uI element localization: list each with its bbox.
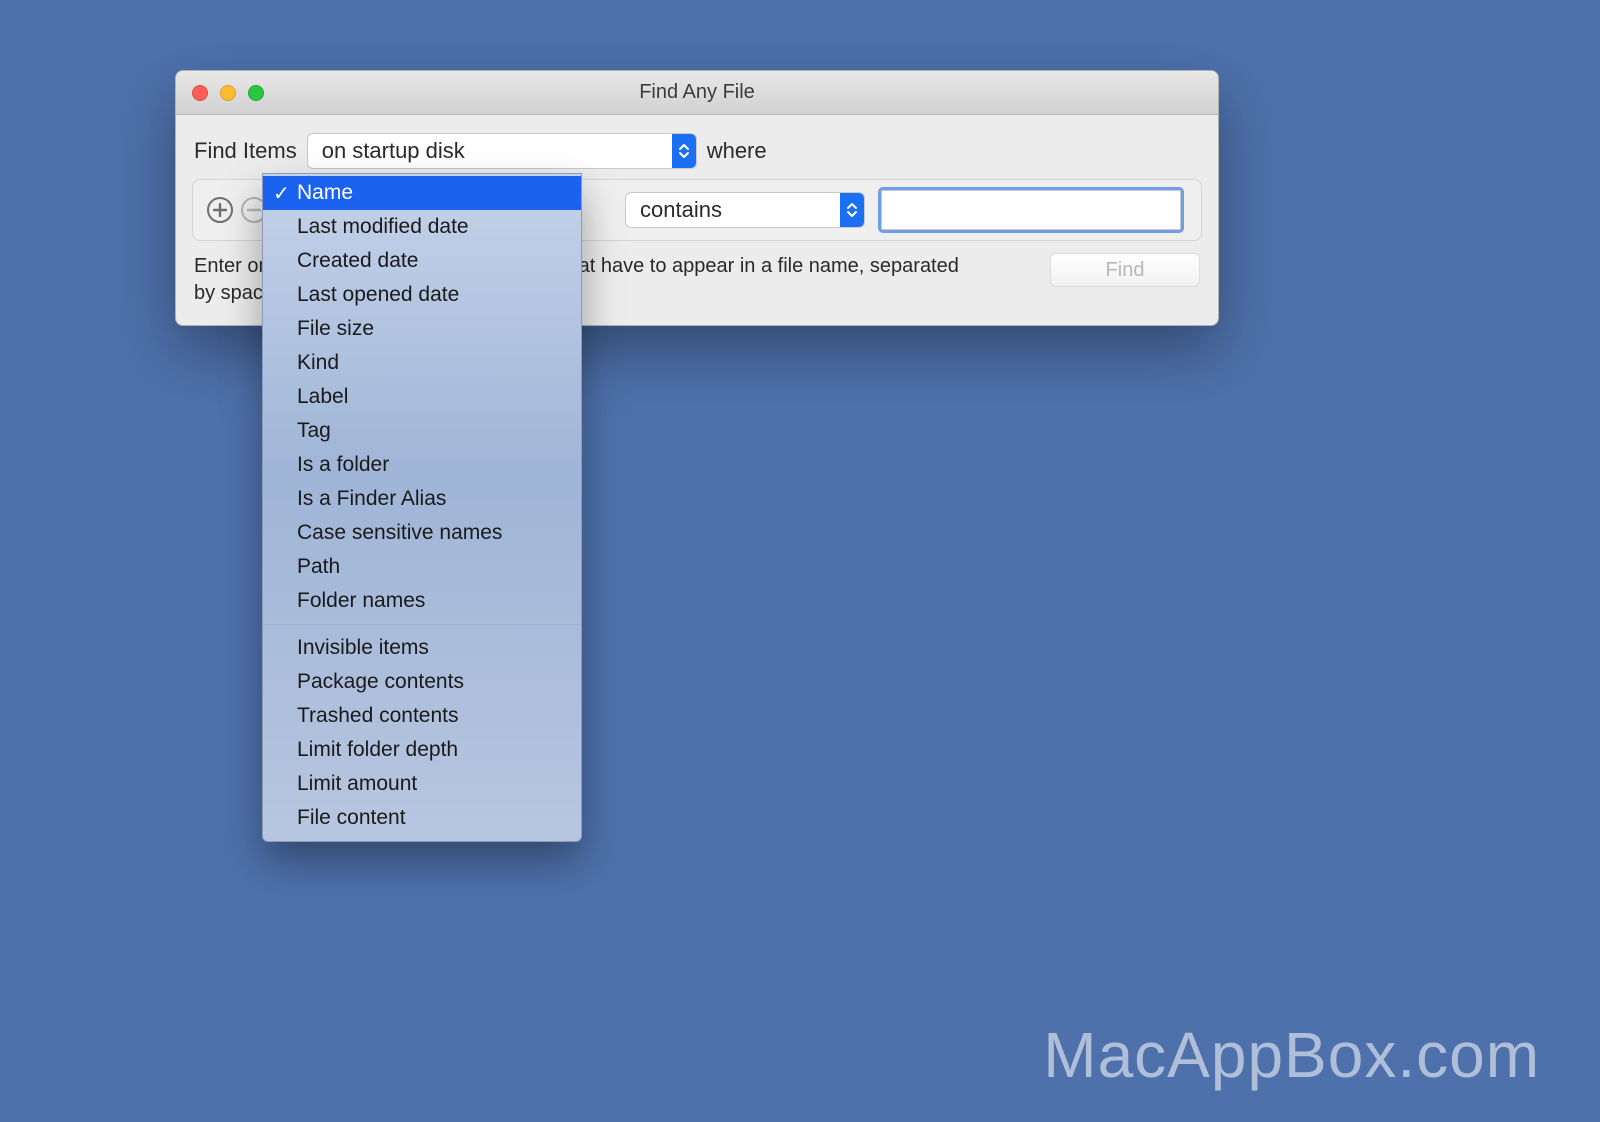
menu-item-limit-amount[interactable]: Limit amount: [263, 767, 581, 801]
menu-item-label: File size: [297, 317, 374, 341]
menu-item-label: Limit folder depth: [297, 738, 458, 762]
menu-item-label: Case sensitive names: [297, 521, 502, 545]
menu-item-label: Package contents: [297, 670, 464, 694]
menu-item-package-contents[interactable]: Package contents: [263, 665, 581, 699]
menu-item-trashed-contents[interactable]: Trashed contents: [263, 699, 581, 733]
add-criteria-button[interactable]: [207, 197, 233, 223]
operator-popup-value: contains: [640, 197, 722, 223]
watermark-text: MacAppBox.com: [1043, 1018, 1540, 1092]
plus-icon: [213, 203, 227, 217]
menu-item-label[interactable]: Label: [263, 380, 581, 414]
menu-item-label: Path: [297, 555, 340, 579]
menu-item-case-sensitive-names[interactable]: Case sensitive names: [263, 516, 581, 550]
chevron-updown-icon: [840, 193, 864, 227]
menu-item-label: Last opened date: [297, 283, 459, 307]
menu-item-label: Invisible items: [297, 636, 429, 660]
menu-item-last-opened-date[interactable]: Last opened date: [263, 278, 581, 312]
menu-item-label: Is a Finder Alias: [297, 487, 446, 511]
search-value-input[interactable]: [881, 190, 1181, 230]
menu-item-label: Limit amount: [297, 772, 417, 796]
menu-item-label: Last modified date: [297, 215, 469, 239]
window-title: Find Any File: [176, 81, 1218, 104]
menu-item-label: Folder names: [297, 589, 425, 613]
menu-item-invisible-items[interactable]: Invisible items: [263, 631, 581, 665]
menu-item-is-a-folder[interactable]: Is a folder: [263, 448, 581, 482]
menu-separator: [263, 624, 581, 625]
menu-item-is-a-finder-alias[interactable]: Is a Finder Alias: [263, 482, 581, 516]
scope-popup[interactable]: on startup disk: [307, 133, 697, 169]
menu-item-label: Created date: [297, 249, 418, 273]
menu-item-limit-folder-depth[interactable]: Limit folder depth: [263, 733, 581, 767]
menu-item-created-date[interactable]: Created date: [263, 244, 581, 278]
criteria-row-buttons: [207, 197, 267, 223]
menu-item-path[interactable]: Path: [263, 550, 581, 584]
scope-popup-value: on startup disk: [322, 138, 465, 164]
menu-item-label: Name: [297, 181, 353, 205]
checkmark-icon: ✓: [273, 181, 290, 206]
find-button[interactable]: Find: [1050, 253, 1200, 287]
menu-item-file-content[interactable]: File content: [263, 801, 581, 835]
menu-item-label: Tag: [297, 419, 331, 443]
menu-item-tag[interactable]: Tag: [263, 414, 581, 448]
attribute-dropdown-menu: ✓ Name Last modified date Created date Last …: [262, 173, 582, 842]
menu-item-name[interactable]: ✓ Name: [263, 176, 581, 210]
menu-item-kind[interactable]: Kind: [263, 346, 581, 380]
menu-item-file-size[interactable]: File size: [263, 312, 581, 346]
where-label: where: [707, 138, 767, 164]
find-items-label: Find Items: [194, 138, 297, 164]
menu-item-last-modified-date[interactable]: Last modified date: [263, 210, 581, 244]
chevron-updown-icon: [672, 134, 696, 168]
titlebar: Find Any File: [176, 71, 1218, 115]
minus-icon: [247, 203, 261, 217]
menu-item-label: Label: [297, 385, 348, 409]
menu-item-label: File content: [297, 806, 406, 830]
menu-item-label: Kind: [297, 351, 339, 375]
menu-item-label: Trashed contents: [297, 704, 458, 728]
menu-item-label: Is a folder: [297, 453, 389, 477]
scope-row: Find Items on startup disk where: [192, 129, 1202, 179]
operator-popup[interactable]: contains: [625, 192, 865, 228]
menu-item-folder-names[interactable]: Folder names: [263, 584, 581, 618]
